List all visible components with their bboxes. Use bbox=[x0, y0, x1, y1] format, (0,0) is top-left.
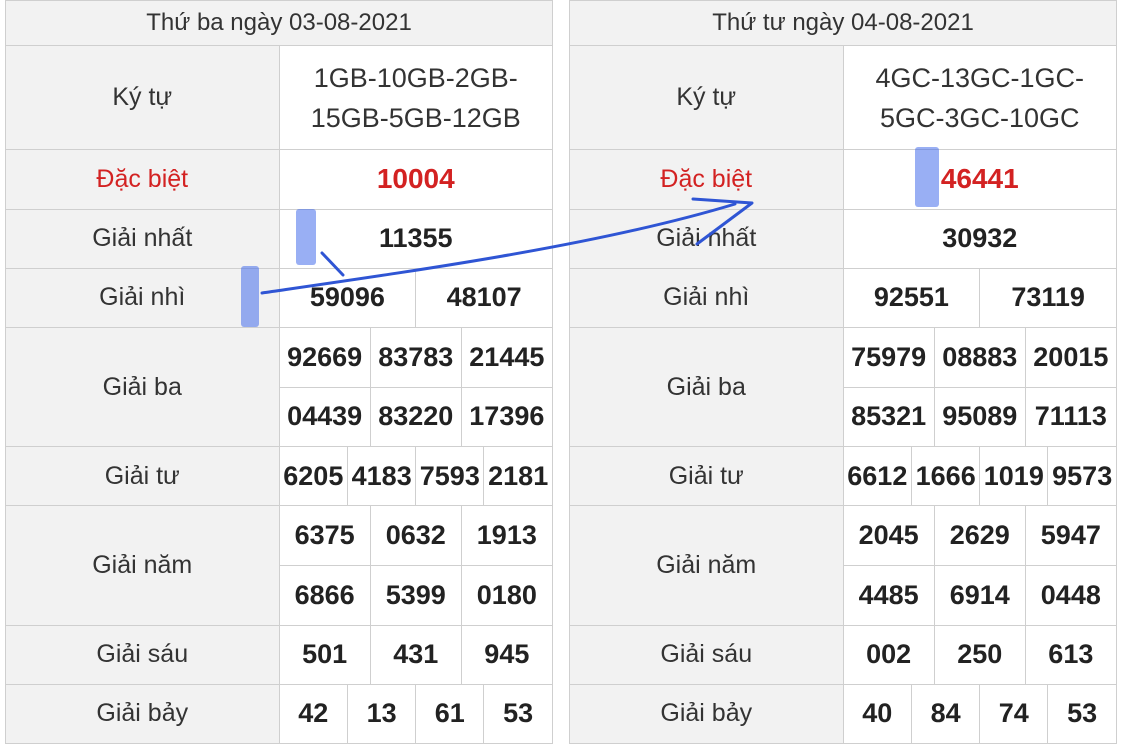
row-label-station-codes: Ký tự bbox=[569, 45, 844, 151]
seventh-prize-values: 42 13 61 53 bbox=[278, 683, 553, 744]
prize-value: 20015 bbox=[1024, 328, 1116, 387]
prize-value: 74 bbox=[979, 685, 1048, 743]
row-label-second-prize: Giải nhì bbox=[569, 267, 844, 328]
prize-value: 2045 bbox=[858, 520, 919, 551]
prize-value: 945 bbox=[460, 626, 552, 684]
prize-value: 42 bbox=[298, 698, 329, 729]
digit-highlight-mark bbox=[241, 266, 259, 327]
prize-value: 21445 bbox=[460, 328, 552, 387]
row-label-special-prize: Đặc biệt bbox=[569, 149, 844, 210]
sixth-prize-values: 501 431 945 bbox=[278, 624, 553, 685]
results-table-right: Thứ tư ngày 04-08-2021 Ký tự 4GC-13GC-1G… bbox=[569, 0, 1117, 744]
prize-value: 1019 bbox=[979, 447, 1048, 505]
row-label-third-prize: Giải ba bbox=[569, 326, 844, 448]
sixth-prize-values: 002 250 613 bbox=[842, 624, 1117, 685]
prize-value: 1666 bbox=[911, 447, 980, 505]
prize-value: 53 bbox=[483, 685, 552, 743]
fifth-prize-values: 6375 0632 1913 6866 5399 0180 bbox=[278, 505, 553, 626]
prize-value: 40 bbox=[862, 698, 893, 729]
prize-value: 6866 bbox=[279, 564, 371, 625]
fifth-prize-values: 2045 2629 5947 4485 6914 0448 bbox=[842, 505, 1117, 626]
prize-value: 0180 bbox=[460, 564, 552, 625]
prize-value: 2181 bbox=[483, 447, 552, 505]
date-title: Thứ ba ngày 03-08-2021 bbox=[5, 0, 553, 47]
row-label-fourth-prize: Giải tư bbox=[5, 446, 280, 507]
prize-value: 61 bbox=[415, 685, 484, 743]
fourth-prize-values: 6612 1666 1019 9573 bbox=[842, 446, 1117, 507]
prize-value: 431 bbox=[369, 626, 462, 684]
row-label-fourth-prize: Giải tư bbox=[569, 446, 844, 507]
first-prize-value: 11355 bbox=[278, 208, 553, 269]
prize-value: 5947 bbox=[1024, 506, 1116, 566]
prize-value: 04439 bbox=[279, 386, 371, 446]
prize-value: 13 bbox=[347, 685, 416, 743]
prize-value: 6205 bbox=[283, 460, 344, 491]
prize-value: 85321 bbox=[843, 386, 935, 446]
prize-value: 83783 bbox=[369, 328, 462, 387]
prize-value: 501 bbox=[302, 639, 348, 670]
third-prize-values: 75979 08883 20015 85321 95089 71113 bbox=[842, 326, 1117, 448]
digit-highlight-mark bbox=[296, 209, 316, 265]
third-prize-values: 92669 83783 21445 04439 83220 17396 bbox=[278, 326, 553, 448]
prize-value: 59096 bbox=[309, 282, 385, 313]
prize-value: 4183 bbox=[347, 447, 416, 505]
prize-value: 002 bbox=[866, 639, 912, 670]
special-prize-value: 46441 bbox=[842, 149, 1117, 210]
digit-highlight-mark bbox=[915, 147, 939, 207]
seventh-prize-values: 40 84 74 53 bbox=[842, 683, 1117, 744]
prize-value: 250 bbox=[933, 626, 1026, 684]
row-label-seventh-prize: Giải bảy bbox=[569, 683, 844, 744]
prize-value: 48107 bbox=[415, 269, 552, 327]
row-label-sixth-prize: Giải sáu bbox=[5, 624, 280, 685]
row-label-station-codes: Ký tự bbox=[5, 45, 280, 151]
prize-value: 83220 bbox=[369, 386, 462, 446]
prize-value: 613 bbox=[1024, 626, 1116, 684]
results-table-left: Thứ ba ngày 03-08-2021 Ký tự 1GB-10GB-2G… bbox=[5, 0, 553, 744]
date-title: Thứ tư ngày 04-08-2021 bbox=[569, 0, 1117, 47]
row-label-first-prize: Giải nhất bbox=[569, 208, 844, 269]
fourth-prize-values: 6205 4183 7593 2181 bbox=[278, 446, 553, 507]
prize-value: 1913 bbox=[460, 506, 552, 566]
prize-value: 7593 bbox=[415, 447, 484, 505]
prize-value: 5399 bbox=[369, 564, 462, 625]
prize-value: 95089 bbox=[933, 386, 1026, 446]
row-label-special-prize: Đặc biệt bbox=[5, 149, 280, 210]
row-label-third-prize: Giải ba bbox=[5, 326, 280, 448]
prize-value: 0632 bbox=[369, 506, 462, 566]
prize-value: 9573 bbox=[1047, 447, 1116, 505]
prize-value: 71113 bbox=[1024, 386, 1116, 446]
special-prize-value: 10004 bbox=[278, 149, 553, 210]
first-prize-value: 30932 bbox=[842, 208, 1117, 269]
prize-value: 17396 bbox=[460, 386, 552, 446]
station-codes: 4GC-13GC-1GC-5GC-3GC-10GC bbox=[842, 45, 1117, 151]
station-codes: 1GB-10GB-2GB-15GB-5GB-12GB bbox=[278, 45, 553, 151]
prize-value: 08883 bbox=[933, 328, 1026, 387]
prize-value: 84 bbox=[911, 685, 980, 743]
prize-value: 73119 bbox=[979, 269, 1116, 327]
prize-value: 4485 bbox=[843, 564, 935, 625]
prize-value: 6612 bbox=[847, 460, 908, 491]
row-label-sixth-prize: Giải sáu bbox=[569, 624, 844, 685]
prize-value: 92551 bbox=[873, 282, 949, 313]
row-label-first-prize: Giải nhất bbox=[5, 208, 280, 269]
prize-value: 2629 bbox=[933, 506, 1026, 566]
prize-value: 6914 bbox=[933, 564, 1026, 625]
row-label-seventh-prize: Giải bảy bbox=[5, 683, 280, 744]
prize-value: 92669 bbox=[287, 341, 363, 372]
second-prize-values: 92551 73119 bbox=[842, 267, 1117, 328]
row-label-second-prize: Giải nhì bbox=[5, 267, 280, 328]
prize-value: 75979 bbox=[851, 341, 927, 372]
second-prize-values: 59096 48107 bbox=[278, 267, 553, 328]
row-label-fifth-prize: Giải năm bbox=[569, 505, 844, 626]
prize-value: 6375 bbox=[294, 520, 355, 551]
prize-value: 0448 bbox=[1024, 564, 1116, 625]
row-label-fifth-prize: Giải năm bbox=[5, 505, 280, 626]
prize-value: 53 bbox=[1047, 685, 1116, 743]
